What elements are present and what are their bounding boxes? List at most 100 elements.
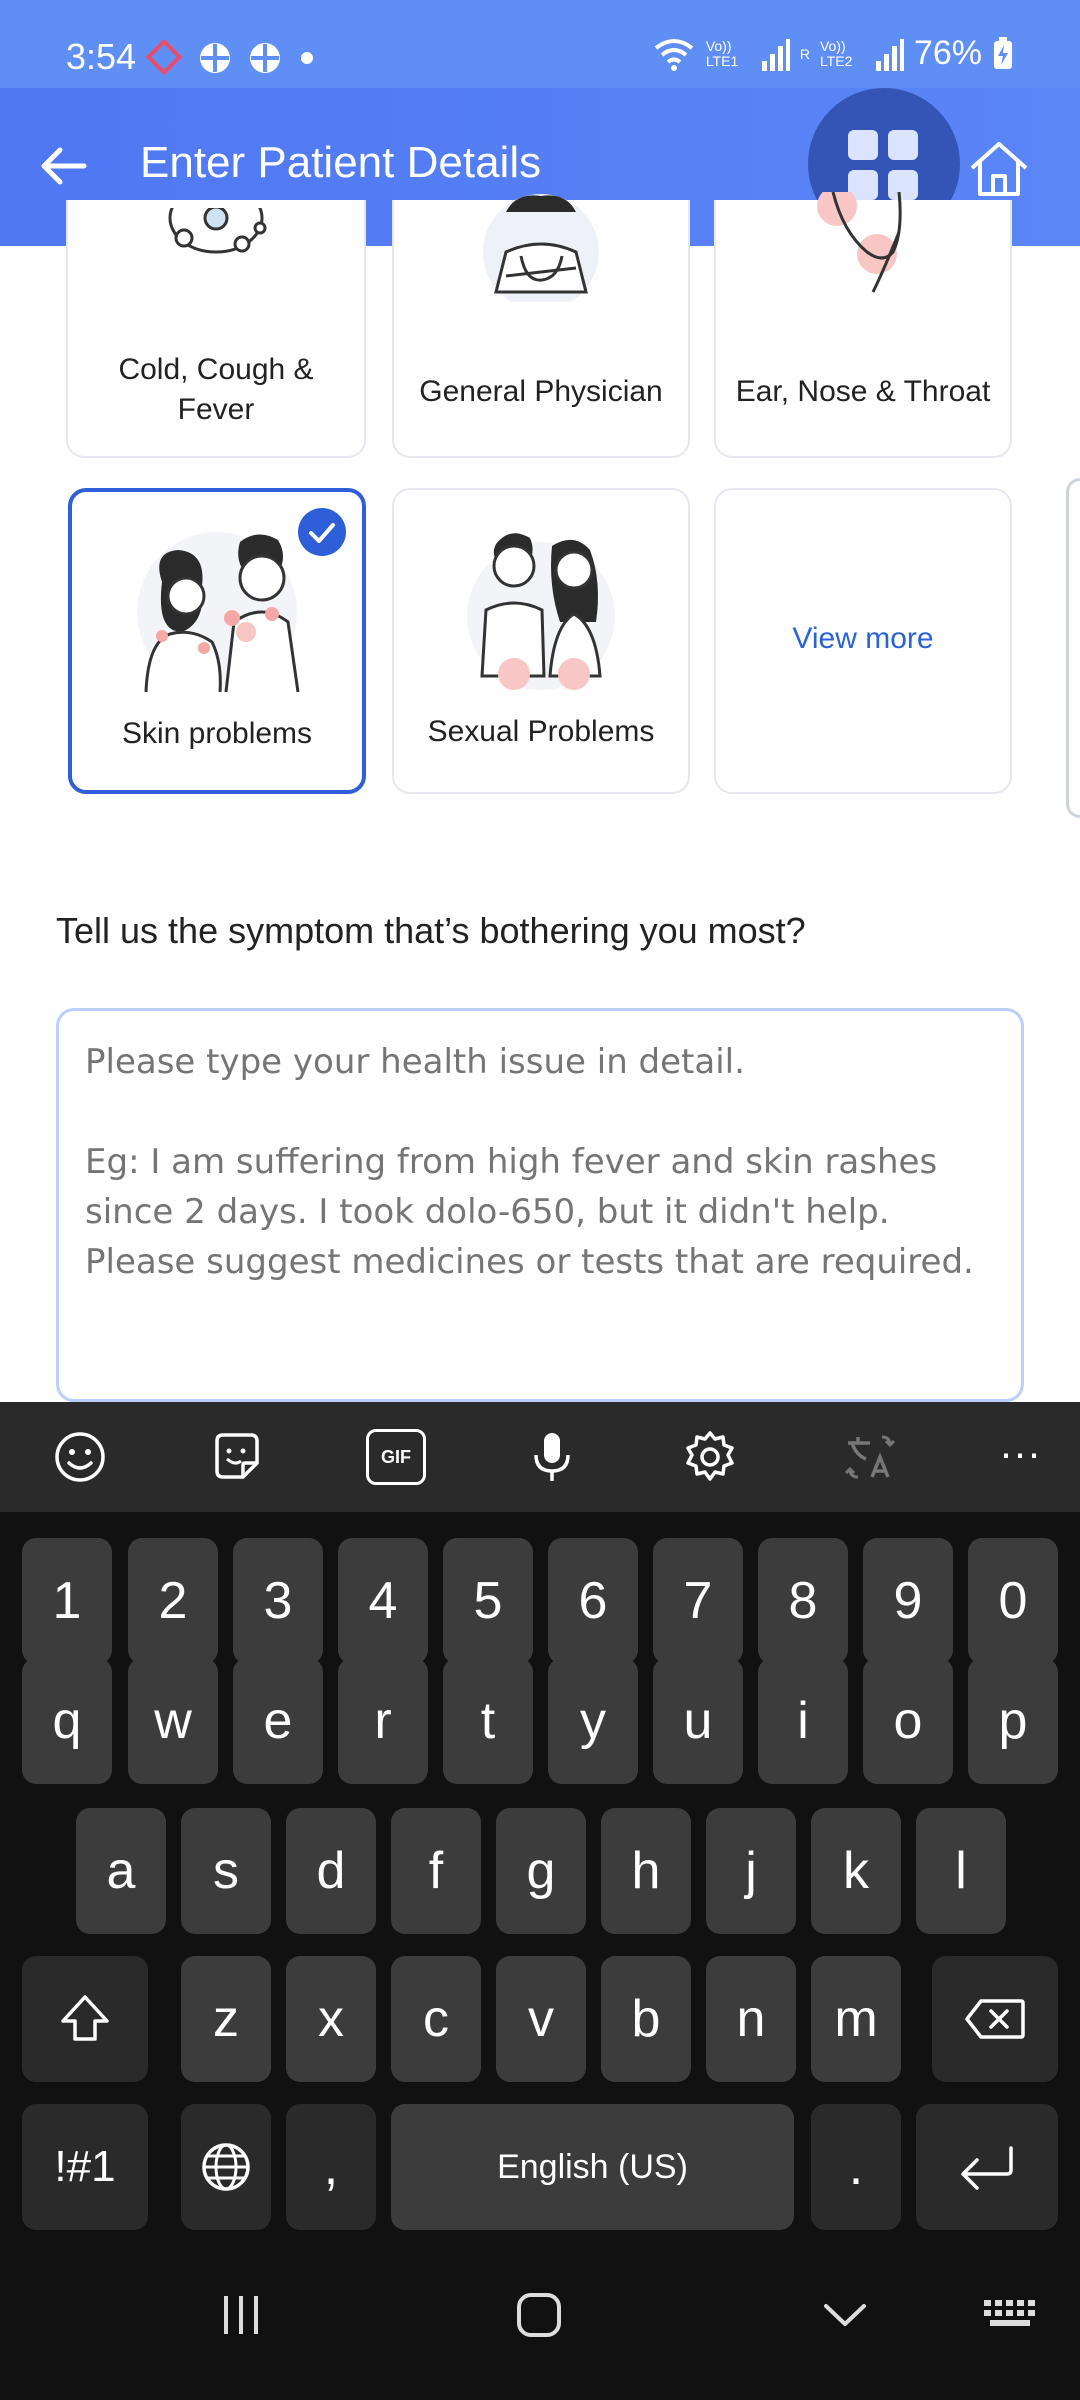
app-notification-icon xyxy=(200,43,230,73)
more-icon[interactable]: ··· xyxy=(990,1429,1050,1485)
category-label: General Physician xyxy=(419,375,663,408)
symptom-input[interactable] xyxy=(56,1008,1024,1402)
home-nav-icon[interactable] xyxy=(514,2290,564,2340)
category-label: Skin problems xyxy=(121,717,313,750)
battery-charging-icon xyxy=(994,36,1012,69)
keyboard-toolbar: GIF ··· xyxy=(0,1402,1080,1512)
key-2[interactable]: 2 xyxy=(128,1538,218,1664)
key-u[interactable]: u xyxy=(653,1658,743,1784)
settings-icon[interactable] xyxy=(682,1429,738,1485)
next-card-edge xyxy=(1066,478,1080,818)
shift-key[interactable] xyxy=(22,1956,148,2082)
backspace-key[interactable] xyxy=(932,1956,1058,2082)
app-notification-icon xyxy=(250,43,280,73)
key-z[interactable]: z xyxy=(181,1956,271,2082)
key-n[interactable]: n xyxy=(706,1956,796,2082)
key-x[interactable]: x xyxy=(286,1956,376,2082)
key-h[interactable]: h xyxy=(601,1808,691,1934)
language-key[interactable] xyxy=(181,2104,271,2230)
key-a[interactable]: a xyxy=(76,1808,166,1934)
status-bar: 3:54 Vo)) LTE1 R Vo)) LTE2 76% xyxy=(0,0,1080,90)
wifi-icon xyxy=(654,38,694,71)
key-j[interactable]: j xyxy=(706,1808,796,1934)
sexual-problems-illustration xyxy=(467,533,615,690)
translate-icon[interactable] xyxy=(842,1429,898,1485)
enter-icon xyxy=(961,2146,1013,2190)
category-label: Cold, Cough & Fever xyxy=(118,353,314,426)
key-q[interactable]: q xyxy=(22,1658,112,1784)
category-label: Sexual Problems xyxy=(427,715,655,748)
key-0[interactable]: 0 xyxy=(968,1538,1058,1664)
key-d[interactable]: d xyxy=(286,1808,376,1934)
globe-icon xyxy=(202,2143,250,2191)
doctor-illustration xyxy=(483,194,599,302)
ent-illustration xyxy=(817,192,902,293)
key-s[interactable]: s xyxy=(181,1808,271,1934)
status-time: 3:54 xyxy=(66,36,137,77)
category-label: Ear, Nose & Throat xyxy=(735,375,991,408)
view-more-card[interactable]: View more xyxy=(714,488,1012,794)
key-l[interactable]: l xyxy=(916,1808,1006,1934)
key-5[interactable]: 5 xyxy=(443,1538,533,1664)
microphone-icon[interactable] xyxy=(524,1429,580,1485)
gif-icon[interactable]: GIF xyxy=(366,1429,426,1485)
key-k[interactable]: k xyxy=(811,1808,901,1934)
key-m[interactable]: m xyxy=(811,1956,901,2082)
period-key[interactable]: . xyxy=(811,2104,901,2230)
key-f[interactable]: f xyxy=(391,1808,481,1934)
key-3[interactable]: 3 xyxy=(233,1538,323,1664)
screen: { "status_bar": { "time": "3:54", "batte… xyxy=(0,0,1080,2400)
status-right: Vo)) LTE1 R Vo)) LTE2 76% xyxy=(652,34,1014,73)
status-notification-icons xyxy=(145,40,319,76)
category-card-ear-nose-throat[interactable]: Ear, Nose & Throat xyxy=(714,192,1012,458)
category-card-skin-problems[interactable]: Skin problems xyxy=(68,488,366,794)
arrow-left-icon[interactable] xyxy=(36,138,92,194)
app-notification-icon xyxy=(145,40,183,76)
more-label: ··· xyxy=(999,1429,1041,1476)
key-7[interactable]: 7 xyxy=(653,1538,743,1664)
category-card-general-physician[interactable]: General Physician xyxy=(392,194,690,458)
network-label-roaming: R xyxy=(799,45,810,62)
network-label-lte1: Vo)) LTE1 xyxy=(705,37,739,69)
key-o[interactable]: o xyxy=(863,1658,953,1784)
backspace-icon xyxy=(965,1999,1025,2039)
emoji-icon[interactable] xyxy=(52,1429,108,1485)
symptom-question: Tell us the symptom that’s bothering you… xyxy=(56,910,806,951)
shift-icon xyxy=(61,1995,109,2041)
key-t[interactable]: t xyxy=(443,1658,533,1784)
symbols-key[interactable]: !#1 xyxy=(22,2104,148,2230)
view-more-link[interactable]: View more xyxy=(716,622,1010,656)
key-1[interactable]: 1 xyxy=(22,1538,112,1664)
hide-keyboard-icon[interactable] xyxy=(820,2290,870,2340)
key-9[interactable]: 9 xyxy=(863,1538,953,1664)
category-card-sexual-problems[interactable]: Sexual Problems xyxy=(392,488,690,794)
dot-icon xyxy=(301,52,313,64)
key-i[interactable]: i xyxy=(758,1658,848,1784)
sticker-icon[interactable] xyxy=(209,1429,265,1485)
enter-key[interactable] xyxy=(916,2104,1058,2230)
key-p[interactable]: p xyxy=(968,1658,1058,1784)
home-icon[interactable] xyxy=(966,138,1032,200)
key-y[interactable]: y xyxy=(548,1658,638,1784)
signal-icon xyxy=(875,38,904,71)
system-nav-bar xyxy=(0,2240,1080,2400)
key-c[interactable]: c xyxy=(391,1956,481,2082)
selected-check-icon xyxy=(298,508,346,556)
skin-problems-illustration xyxy=(137,532,300,693)
recent-apps-icon[interactable] xyxy=(216,2290,266,2340)
key-4[interactable]: 4 xyxy=(338,1538,428,1664)
signal-icon xyxy=(761,38,790,71)
space-key[interactable]: English (US) xyxy=(391,2104,794,2230)
key-b[interactable]: b xyxy=(601,1956,691,2082)
category-card-cold-cough-fever[interactable]: Cold, Cough & Fever xyxy=(66,200,366,458)
key-g[interactable]: g xyxy=(496,1808,586,1934)
keyboard-switch-icon[interactable] xyxy=(982,2290,1042,2340)
key-v[interactable]: v xyxy=(496,1956,586,2082)
key-r[interactable]: r xyxy=(338,1658,428,1784)
key-6[interactable]: 6 xyxy=(548,1538,638,1664)
comma-key[interactable]: , xyxy=(286,2104,376,2230)
key-e[interactable]: e xyxy=(233,1658,323,1784)
gif-label: GIF xyxy=(381,1446,411,1467)
key-w[interactable]: w xyxy=(128,1658,218,1784)
key-8[interactable]: 8 xyxy=(758,1538,848,1664)
